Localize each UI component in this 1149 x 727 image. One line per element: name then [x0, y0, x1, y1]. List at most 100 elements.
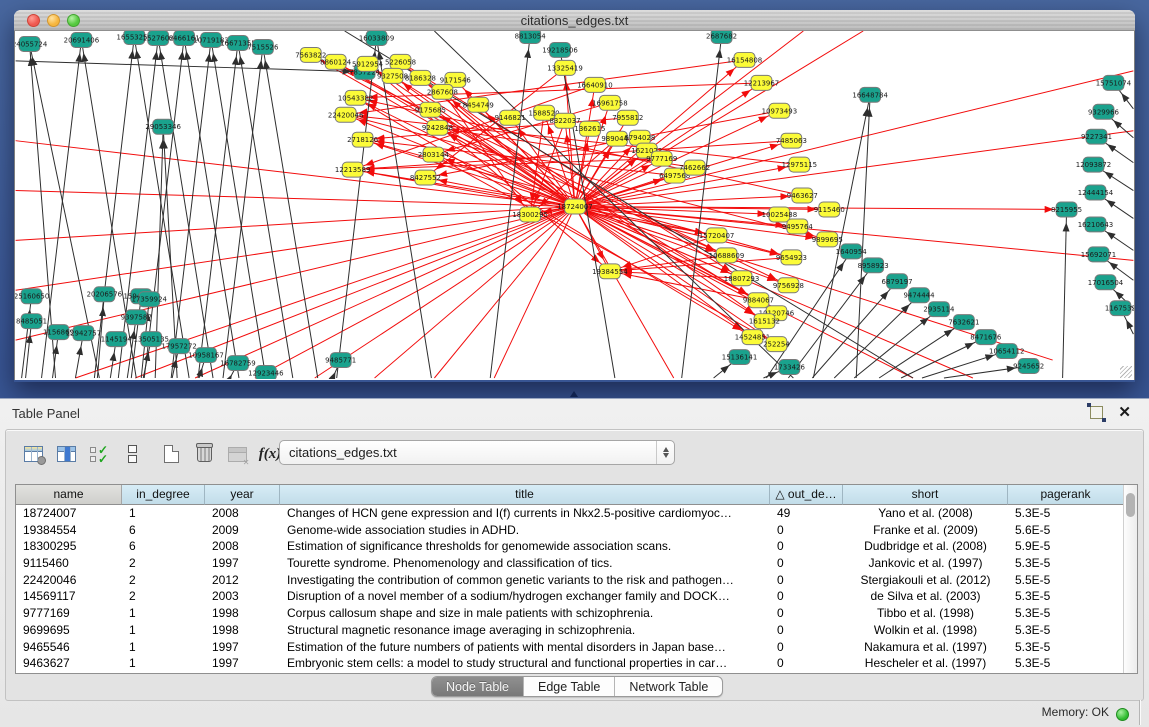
graph-node[interactable]: 24055724	[15, 36, 48, 51]
tab-network-table[interactable]: Network Table	[615, 677, 722, 696]
scrollbar-thumb[interactable]	[1126, 493, 1135, 517]
table-row[interactable]: 1938455462009Genome-wide association stu…	[16, 522, 1137, 539]
svg-text:8215955: 8215955	[1051, 206, 1082, 214]
column-header-title[interactable]: title	[280, 485, 770, 505]
table-cell: 0	[770, 572, 843, 589]
table-row[interactable]: 1830029562008Estimation of significance …	[16, 538, 1137, 555]
column-header-short[interactable]: short	[843, 485, 1008, 505]
graph-node[interactable]: 19218506	[542, 42, 577, 57]
graph-node[interactable]: 12213967	[744, 75, 779, 90]
graph-node[interactable]: 2718126	[347, 132, 378, 147]
graph-node[interactable]: 12093872	[1076, 157, 1111, 172]
delete-table-button[interactable]	[224, 441, 250, 467]
graph-node[interactable]: 16961758	[592, 95, 627, 110]
graph-node[interactable]: 9654923	[776, 250, 807, 265]
graph-node[interactable]: 1167532	[1105, 301, 1134, 316]
graph-node[interactable]: 8186328	[405, 70, 436, 85]
graph-node[interactable]: 252254	[763, 337, 790, 352]
column-header-pagerank[interactable]: pagerank	[1008, 485, 1124, 505]
table-settings-button[interactable]	[20, 441, 46, 467]
graph-node[interactable]: 8485051	[16, 314, 47, 329]
graph-node[interactable]: 9329966	[1088, 104, 1119, 119]
graph-node[interactable]: 9245652	[1013, 359, 1044, 374]
split-divider-arrow[interactable]	[570, 391, 578, 397]
table-row[interactable]: 1872400712008Changes of HCN gene express…	[16, 505, 1137, 522]
graph-node[interactable]: 29053346	[145, 119, 180, 134]
graph-node[interactable]: 9485771	[325, 353, 356, 368]
table-scrollbar[interactable]	[1123, 485, 1137, 673]
table-cell: 9465546	[16, 639, 122, 656]
column-header-year[interactable]: year	[205, 485, 280, 505]
graph-node[interactable]: 15692071	[1081, 247, 1116, 262]
svg-text:9884067: 9884067	[743, 297, 774, 305]
svg-text:10543382: 10543382	[338, 94, 373, 102]
table-row[interactable]: 2242004622012Investigating the contribut…	[16, 572, 1137, 589]
graph-node[interactable]: 5226058	[385, 54, 416, 69]
graph-node[interactable]: 20691406	[64, 32, 99, 47]
table-row[interactable]: 1456911722003Disruption of a novel membe…	[16, 588, 1137, 605]
graph-node[interactable]: 6879197	[882, 274, 913, 289]
close-panel-icon[interactable]: ✕	[1118, 403, 1131, 421]
graph-node[interactable]: 8215955	[1051, 202, 1082, 217]
svg-text:5912954: 5912954	[352, 60, 384, 68]
graph-node[interactable]: 12923446	[248, 366, 283, 379]
graph-node[interactable]: 25160650	[15, 289, 49, 304]
graph-node[interactable]: 15751074	[1096, 75, 1132, 90]
graph-node[interactable]: 17016504	[1088, 275, 1124, 290]
graph-node[interactable]: 16640910	[577, 77, 612, 92]
column-header-out-de-[interactable]: △ out_de…	[770, 485, 843, 505]
graph-node[interactable]: 9227341	[1081, 129, 1112, 144]
svg-text:8958923: 8958923	[858, 262, 889, 270]
graph-node[interactable]: 13325419	[547, 60, 582, 75]
column-header-name[interactable]: name	[16, 485, 122, 505]
graph-node[interactable]: 2935114	[923, 302, 955, 317]
graph-node[interactable]: 7955812	[612, 110, 643, 125]
network-file-selector[interactable]: citations_edges.txt	[279, 440, 675, 465]
table-row[interactable]: 946362711997Embryonic stem cells: a mode…	[16, 655, 1137, 672]
column-checklist-button[interactable]: ✓ ✓	[86, 441, 112, 467]
column-header-in-degree[interactable]: in_degree	[122, 485, 205, 505]
graph-node[interactable]: 9899695	[812, 232, 843, 247]
svg-text:9463627: 9463627	[787, 192, 818, 200]
table-row[interactable]: 977716911998Corpus callosum shape and si…	[16, 605, 1137, 622]
tab-node-table[interactable]: Node Table	[432, 677, 524, 696]
delete-button[interactable]	[191, 441, 217, 467]
graph-node[interactable]: 12444154	[1078, 185, 1114, 200]
graph-node[interactable]: 10973493	[762, 103, 797, 118]
graph-node[interactable]: 9115460	[814, 202, 845, 217]
graph-node[interactable]: 16210643	[1078, 217, 1113, 232]
table-cell: 2003	[205, 588, 280, 605]
selected-network-file: citations_edges.txt	[280, 445, 656, 460]
graph-node[interactable]: 16154808	[727, 52, 762, 67]
network-view-canvas[interactable]: 24055724 20691406 16553257 1527602 64661…	[14, 31, 1135, 380]
graph-node[interactable]: 12975115	[782, 157, 817, 172]
graph-node[interactable]: 9474444	[903, 288, 935, 303]
window-resize-grip[interactable]	[1120, 366, 1132, 378]
graph-node[interactable]: 8427552	[410, 170, 441, 185]
graph-node[interactable]: 15136141	[722, 350, 757, 365]
graph-node[interactable]: 8813054	[515, 31, 547, 43]
graph-node[interactable]: 10543382	[338, 90, 373, 105]
graph-node[interactable]: 16648784	[852, 87, 888, 102]
graph-node[interactable]: 9463627	[787, 188, 818, 203]
table-cell: 5.3E-5	[1008, 639, 1124, 656]
table-row[interactable]: 946554611997Estimation of the future num…	[16, 639, 1137, 656]
graph-node[interactable]: 8454749	[463, 97, 494, 112]
graph-node[interactable]: 7632621	[948, 315, 979, 330]
show-column-button[interactable]	[53, 441, 79, 467]
citation-network-graph[interactable]: 24055724 20691406 16553257 1527602 64661…	[15, 31, 1134, 379]
table-row[interactable]: 969969511998Structural magnetic resonanc…	[16, 622, 1137, 639]
graph-node[interactable]: 20206576	[87, 287, 122, 302]
float-panel-icon[interactable]	[1090, 406, 1103, 419]
window-titlebar[interactable]: citations_edges.txt	[14, 10, 1135, 31]
row-display-button[interactable]	[119, 441, 145, 467]
graph-node[interactable]: 7485063	[776, 133, 807, 148]
table-row[interactable]: 911546021997Tourette syndrome. Phenomeno…	[16, 555, 1137, 572]
graph-node[interactable]: 1145194	[101, 332, 133, 347]
graph-node[interactable]: 12213589	[335, 162, 370, 177]
graph-node[interactable]: 10654112	[989, 344, 1024, 359]
svg-text:7462662: 7462662	[679, 164, 710, 172]
tab-edge-table[interactable]: Edge Table	[524, 677, 615, 696]
graph-node[interactable]: 2687682	[706, 31, 737, 43]
new-table-button[interactable]	[158, 441, 184, 467]
